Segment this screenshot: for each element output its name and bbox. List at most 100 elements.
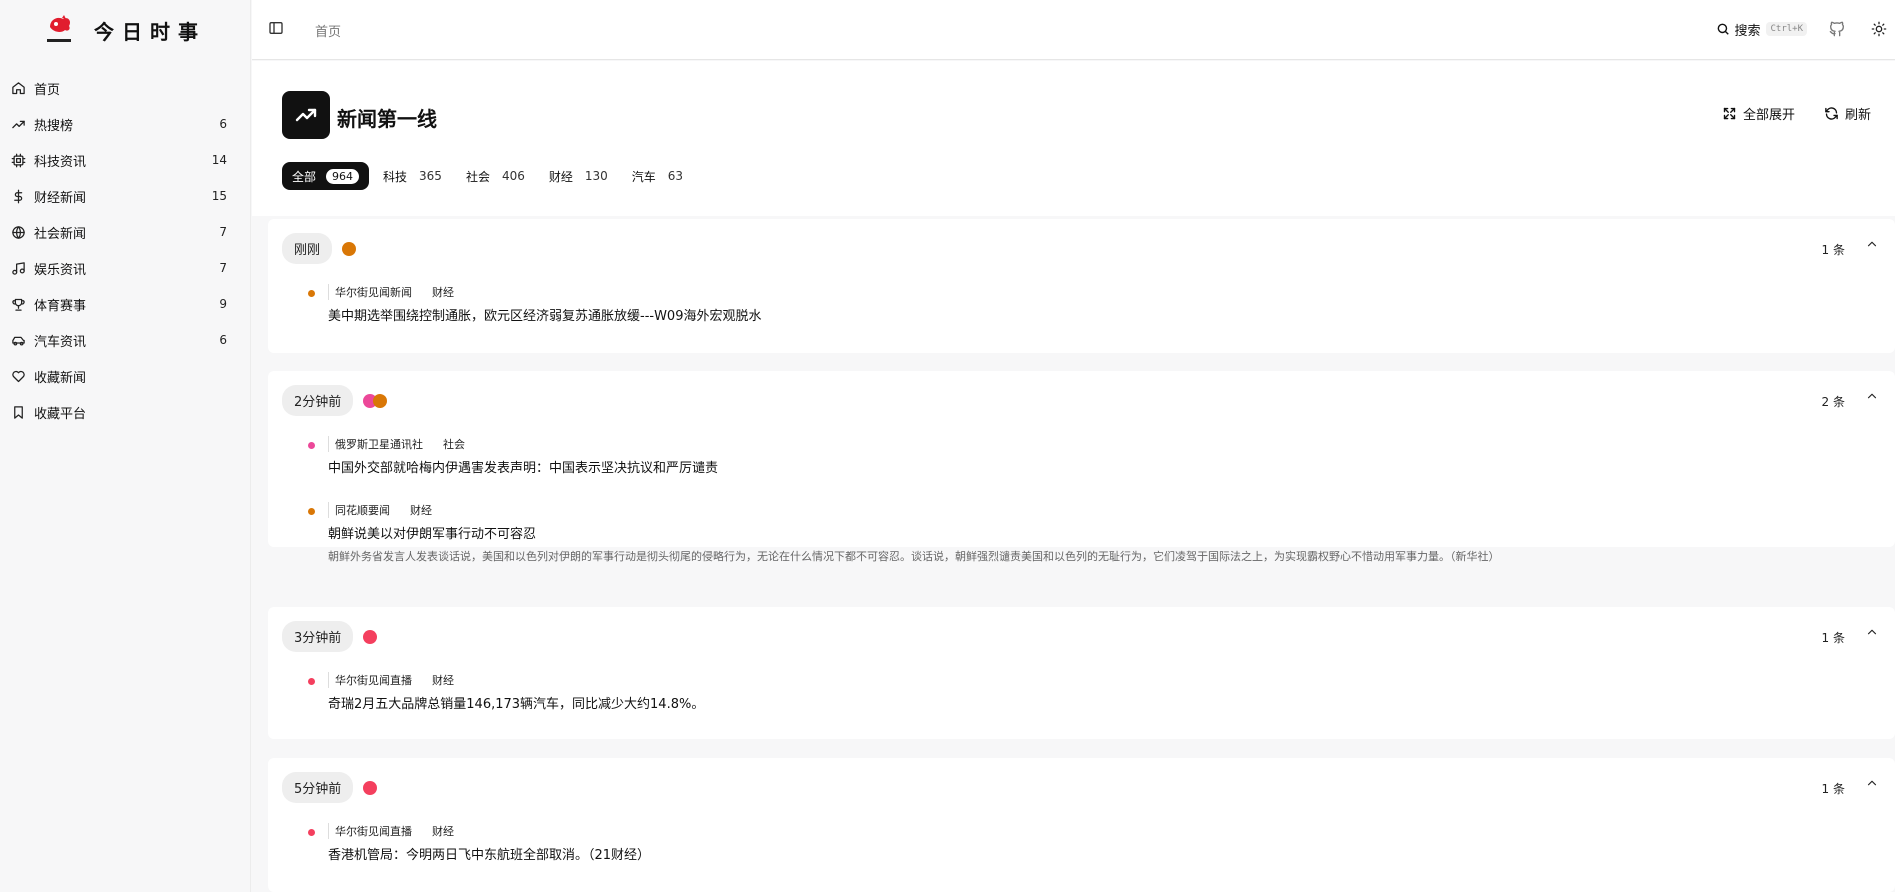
sidebar-item-label: 热搜榜: [34, 118, 74, 134]
sidebar-item-label: 收藏平台: [34, 406, 87, 422]
news-meta: 华尔街见闻新闻 财经: [328, 284, 454, 300]
chevron-up-icon: [1867, 241, 1877, 247]
bookmark-icon: [10, 404, 26, 420]
news-source: 同花顺要闻: [328, 502, 390, 518]
logo-icon: [44, 13, 74, 47]
source-dots: [342, 241, 357, 256]
refresh-icon: [1825, 107, 1838, 120]
sidebar-item-count: 9: [219, 297, 227, 311]
dollar-icon: [10, 188, 26, 204]
news-tag: 财经: [432, 674, 454, 687]
news-title[interactable]: 美中期选举围绕控制通胀，欧元区经济弱复苏通胀放缓---W09海外宏观脱水: [328, 305, 761, 324]
group-header: 2分钟前: [282, 385, 388, 416]
sidebar-item-label: 首页: [34, 82, 61, 98]
brand-title: 今日时事: [94, 19, 206, 44]
group-count: 1 条: [1821, 243, 1845, 257]
collapse-button[interactable]: [1865, 237, 1879, 251]
news-tag: 财经: [432, 286, 454, 299]
news-group: 3分钟前 1 条 华尔街见闻直播 财经 奇瑞2月五大品牌总销量146,173辆汽…: [268, 607, 1895, 739]
source-dots: [363, 393, 388, 408]
sidebar-item-sports[interactable]: 体育赛事 9: [0, 286, 251, 322]
github-button[interactable]: [1829, 21, 1845, 37]
sidebar-item-label: 收藏新闻: [34, 370, 87, 386]
theme-toggle-button[interactable]: [1871, 21, 1887, 37]
sidebar-item-label: 汽车资讯: [34, 334, 87, 350]
sidebar-item-count: 6: [219, 117, 227, 131]
tab-auto[interactable]: 汽车 63: [622, 162, 693, 190]
sidebar-item-hot[interactable]: 热搜榜 6: [0, 106, 251, 142]
news-source: 华尔街见闻直播: [328, 672, 412, 688]
tab-count: 130: [584, 169, 608, 183]
sidebar: 今日时事 首页 热搜榜 6 科技资讯 14 财经新闻 15 社会新闻 7 娱乐资…: [0, 0, 251, 892]
trending-up-icon: [295, 108, 317, 122]
source-dot: [308, 829, 315, 836]
sidebar-item-fav-news[interactable]: 收藏新闻: [0, 358, 251, 394]
collapse-button[interactable]: [1865, 389, 1879, 403]
group-header: 刚刚: [282, 233, 357, 264]
search-button[interactable]: 搜索 Ctrl+K: [1710, 16, 1813, 42]
news-meta: 华尔街见闻直播 财经: [328, 823, 454, 839]
tab-count: 365: [419, 169, 442, 183]
page-badge: [282, 91, 330, 139]
sidebar-item-finance[interactable]: 财经新闻 15: [0, 178, 251, 214]
sidebar-item-fav-platforms[interactable]: 收藏平台: [0, 394, 251, 430]
news-title[interactable]: 中国外交部就哈梅内伊遇害发表声明：中国表示坚决抗议和严厉谴责: [328, 457, 718, 476]
group-header: 3分钟前: [282, 621, 378, 652]
time-badge: 5分钟前: [282, 772, 354, 803]
category-tabs: 全部 964 科技 365 社会 406 财经 130 汽车 63: [282, 162, 697, 190]
news-meta: 同花顺要闻 财经: [328, 502, 432, 518]
sidebar-item-entertainment[interactable]: 娱乐资讯 7: [0, 250, 251, 286]
heart-icon: [10, 368, 26, 384]
source-dots: [363, 780, 378, 795]
group-count: 2 条: [1821, 395, 1845, 409]
news-source: 华尔街见闻新闻: [328, 284, 412, 300]
sidebar-item-tech[interactable]: 科技资讯 14: [0, 142, 251, 178]
source-dots: [363, 629, 378, 644]
tab-tech[interactable]: 科技 365: [373, 162, 452, 190]
breadcrumb[interactable]: 首页: [315, 21, 341, 40]
sun-icon: [1871, 21, 1887, 37]
tab-label: 财经: [548, 169, 573, 184]
news-title[interactable]: 奇瑞2月五大品牌总销量146,173辆汽车，同比减少大约14.8%。: [328, 693, 704, 712]
chevron-up-icon: [1867, 629, 1877, 635]
tab-count: 406: [501, 169, 525, 183]
main-content: 新闻第一线 全部展开 刷新 全部 964 科技 365 社会 406 财经 13…: [252, 61, 1895, 892]
news-title[interactable]: 香港机管局：今明两日飞中东航班全部取消。（21财经）: [328, 844, 650, 863]
page-header: 新闻第一线 全部展开 刷新 全部 964 科技 365 社会 406 财经 13…: [252, 61, 1895, 216]
news-source: 华尔街见闻直播: [328, 823, 412, 839]
collapse-button[interactable]: [1865, 776, 1879, 790]
github-icon: [1829, 21, 1844, 37]
news-summary: 朝鲜外务省发言人发表谈话说，美国和以色列对伊朗的军事行动是彻头彻尾的侵略行为，无…: [328, 550, 1500, 563]
music-icon: [10, 260, 26, 276]
group-count: 1 条: [1821, 782, 1845, 796]
news-tag: 财经: [432, 825, 454, 838]
sidebar-item-society[interactable]: 社会新闻 7: [0, 214, 251, 250]
sidebar-item-home[interactable]: 首页: [0, 70, 251, 106]
time-badge: 3分钟前: [282, 621, 354, 652]
source-dot: [308, 442, 315, 449]
tab-finance[interactable]: 财经 130: [539, 162, 618, 190]
chevron-up-icon: [1867, 393, 1877, 399]
tab-society[interactable]: 社会 406: [456, 162, 535, 190]
refresh-label: 刷新: [1844, 108, 1871, 123]
collapse-button[interactable]: [1865, 625, 1879, 639]
home-icon: [10, 80, 26, 96]
car-icon: [10, 332, 26, 348]
tab-label: 社会: [465, 169, 490, 184]
tab-count: 63: [667, 169, 684, 183]
top-header: 首页 搜索 Ctrl+K: [252, 0, 1895, 60]
expand-all-button[interactable]: 全部展开: [1722, 104, 1795, 123]
news-tag: 财经: [410, 504, 432, 517]
source-dot: [308, 678, 315, 685]
brand[interactable]: 今日时事: [44, 12, 206, 48]
news-title[interactable]: 朝鲜说美以对伊朗军事行动不可容忍: [328, 523, 536, 542]
sidebar-item-label: 财经新闻: [34, 190, 87, 206]
sidebar-toggle-button[interactable]: [268, 20, 284, 36]
sidebar-item-auto[interactable]: 汽车资讯 6: [0, 322, 251, 358]
refresh-button[interactable]: 刷新: [1824, 104, 1871, 123]
chevron-up-icon: [1867, 780, 1877, 786]
source-dot: [373, 393, 388, 408]
news-meta: 俄罗斯卫星通讯社 社会: [328, 436, 465, 452]
tab-all[interactable]: 全部 964: [282, 162, 370, 190]
news-meta: 华尔街见闻直播 财经: [328, 672, 454, 688]
